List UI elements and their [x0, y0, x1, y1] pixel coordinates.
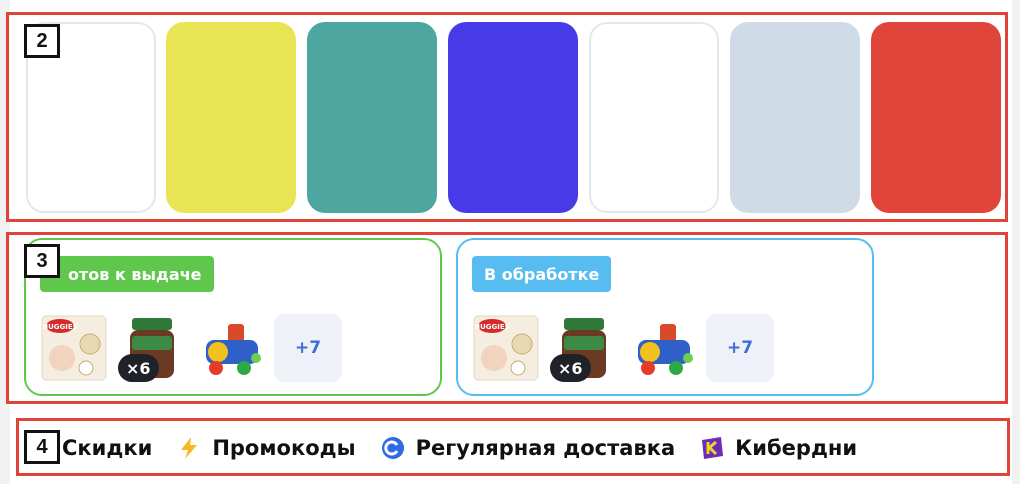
- diapers-pack-icon: HUGGIES: [472, 314, 540, 382]
- nav-kiberdni-label: Кибердни: [735, 436, 858, 460]
- kiberdni-logo-icon: [699, 435, 725, 461]
- nav-kiberdni[interactable]: Кибердни: [699, 435, 857, 461]
- lightning-icon: [176, 435, 202, 461]
- section-number-label: 3: [24, 244, 60, 278]
- swatch-red[interactable]: [871, 22, 1001, 213]
- nav-promocodes[interactable]: Промокоды: [176, 435, 356, 461]
- more-items-tile[interactable]: +7: [274, 314, 342, 382]
- refresh-circle-icon: [380, 435, 406, 461]
- nav-regular-delivery-label: Регулярная доставка: [415, 436, 676, 460]
- svg-text:HUGGIES: HUGGIES: [474, 323, 509, 331]
- diapers-pack-icon: HUGGIES: [40, 314, 108, 382]
- toy-train-icon: [198, 314, 266, 382]
- order-card-ready[interactable]: отов к выдаче HUGGIES ×6 +7: [24, 238, 442, 396]
- swatch-yellow[interactable]: [166, 22, 296, 213]
- nav-discounts-label: Скидки: [62, 436, 153, 460]
- swatch-blue[interactable]: [448, 22, 578, 213]
- quantity-badge: ×6: [118, 354, 159, 382]
- swatch-white-2[interactable]: [589, 22, 719, 213]
- status-badge: В обработке: [472, 256, 612, 292]
- nav-regular-delivery[interactable]: Регулярная доставка: [380, 435, 676, 461]
- order-card-processing[interactable]: В обработке HUGGIES ×6 +7: [456, 238, 874, 396]
- svg-text:HUGGIES: HUGGIES: [42, 323, 77, 331]
- nav-promocodes-label: Промокоды: [212, 436, 356, 460]
- section-number-label: 4: [24, 430, 60, 464]
- nav-discounts[interactable]: Скидки: [62, 436, 152, 460]
- swatch-light-gray[interactable]: [730, 22, 860, 213]
- section-number-label: 2: [24, 24, 60, 58]
- promo-links-row: Скидки Промокоды Регулярная доставка Киб…: [62, 432, 881, 464]
- more-items-tile[interactable]: +7: [706, 314, 774, 382]
- status-badge: отов к выдаче: [40, 256, 214, 292]
- toy-train-icon: [630, 314, 698, 382]
- quantity-badge: ×6: [550, 354, 591, 382]
- swatch-teal[interactable]: [307, 22, 437, 213]
